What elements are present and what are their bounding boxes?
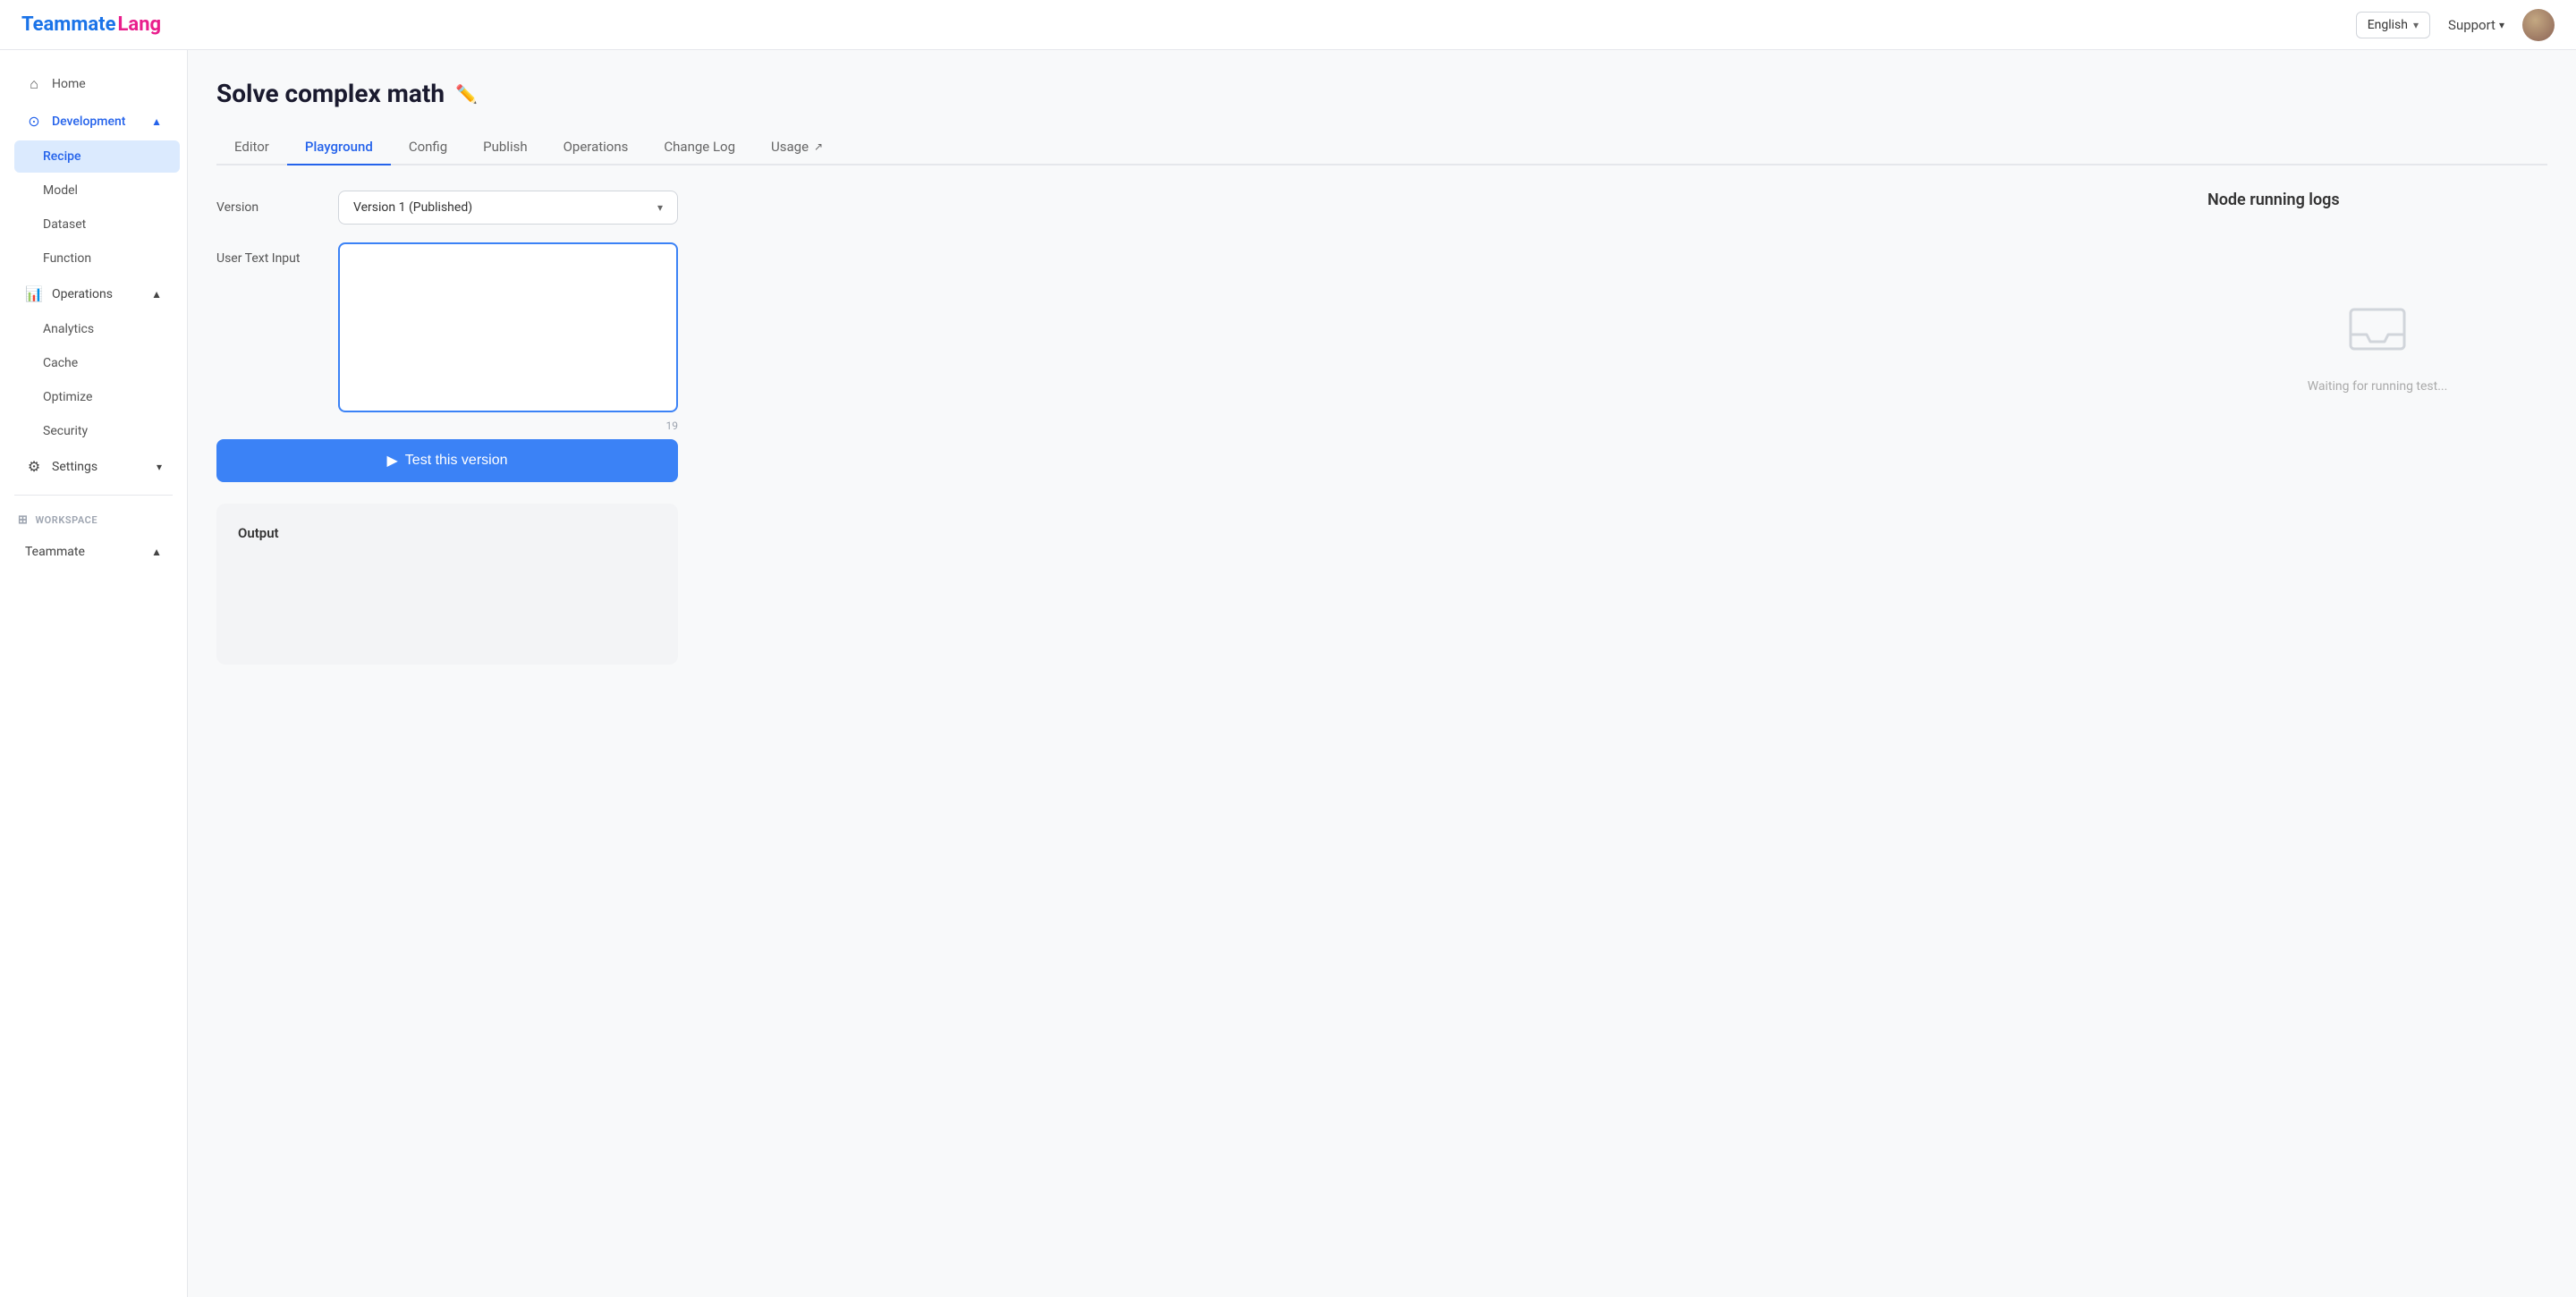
left-panel: Version Version 1 (Published) ▾ User Tex… <box>216 191 2179 665</box>
sidebar-settings-left: ⚙ Settings <box>25 458 97 475</box>
version-select-dropdown[interactable]: Version 1 (Published) ▾ <box>338 191 678 225</box>
tab-changelog[interactable]: Change Log <box>646 130 753 165</box>
sidebar-workspace-label: ⊞ WORKSPACE <box>0 506 187 534</box>
logo-lang: Lang <box>118 13 162 36</box>
textarea-wrapper: 19 <box>338 242 678 432</box>
sidebar-item-cache[interactable]: Cache <box>14 347 180 379</box>
sidebar-item-recipe[interactable]: Recipe <box>14 140 180 173</box>
language-chevron-icon: ▾ <box>2413 19 2419 31</box>
sidebar-function-label: Function <box>43 251 91 266</box>
logo: Teammate Lang <box>21 13 161 36</box>
test-version-button[interactable]: ▶ Test this version <box>216 439 678 482</box>
right-panel: Node running logs Waiting for running te… <box>2207 191 2547 460</box>
tab-publish[interactable]: Publish <box>465 130 545 165</box>
sidebar-settings-label: Settings <box>52 460 97 474</box>
sidebar-section-development[interactable]: ⊙ Development ▲ <box>7 104 180 139</box>
page-header: Solve complex math ✏️ <box>216 79 2547 108</box>
content-grid: Version Version 1 (Published) ▾ User Tex… <box>216 191 2547 665</box>
language-label: English <box>2368 18 2408 32</box>
sidebar-cache-label: Cache <box>43 356 78 370</box>
sidebar-item-security[interactable]: Security <box>14 415 180 447</box>
output-title: Output <box>238 525 657 541</box>
version-select-chevron-icon: ▾ <box>657 201 663 214</box>
sidebar-home-label: Home <box>52 77 86 91</box>
edit-icon[interactable]: ✏️ <box>455 83 478 105</box>
sidebar-item-analytics[interactable]: Analytics <box>14 313 180 345</box>
sidebar-dataset-label: Dataset <box>43 217 86 232</box>
user-text-input[interactable] <box>338 242 678 412</box>
logs-empty-text: Waiting for running test... <box>2308 379 2448 394</box>
tabs-nav: Editor Playground Config Publish Operati… <box>216 130 2547 165</box>
main-content: Solve complex math ✏️ Editor Playground … <box>188 50 2576 1297</box>
workspace-chevron-icon: ▲ <box>151 546 162 558</box>
external-link-icon: ↗ <box>814 140 823 153</box>
settings-chevron-icon: ▾ <box>157 461 162 473</box>
support-chevron-icon: ▾ <box>2499 19 2504 31</box>
sidebar-item-model[interactable]: Model <box>14 174 180 207</box>
logs-empty-icon <box>2342 293 2413 369</box>
sidebar-item-home[interactable]: ⌂ Home <box>7 66 180 102</box>
tab-config[interactable]: Config <box>391 130 465 165</box>
sidebar-security-label: Security <box>43 424 88 438</box>
sidebar: ⌂ Home ⊙ Development ▲ Recipe Model Data… <box>0 50 188 1297</box>
language-select[interactable]: English ▾ <box>2356 12 2430 38</box>
sidebar-analytics-label: Analytics <box>43 322 94 336</box>
sidebar-operations-sub: Analytics Cache Optimize Security <box>0 313 187 447</box>
operations-chevron-icon: ▲ <box>151 288 162 301</box>
tab-usage[interactable]: Usage ↗ <box>753 130 841 165</box>
home-icon: ⌂ <box>25 75 43 93</box>
logs-empty-state: Waiting for running test... <box>2207 227 2547 460</box>
tab-operations[interactable]: Operations <box>546 130 647 165</box>
user-text-input-label: User Text Input <box>216 242 324 266</box>
page-title: Solve complex math <box>216 79 445 108</box>
user-text-input-row: User Text Input 19 <box>216 242 2179 432</box>
tab-editor[interactable]: Editor <box>216 130 287 165</box>
operations-icon: 📊 <box>25 285 43 302</box>
workspace-teammate-item[interactable]: Teammate ▲ <box>7 536 180 568</box>
logo-teammate: Teammate <box>21 13 116 36</box>
sidebar-operations-left: 📊 Operations <box>25 285 113 302</box>
topbar: Teammate Lang English ▾ Support ▾ <box>0 0 2576 50</box>
sidebar-optimize-label: Optimize <box>43 390 92 404</box>
char-count: 19 <box>338 420 678 432</box>
sidebar-model-label: Model <box>43 183 78 198</box>
development-chevron-icon: ▲ <box>151 115 162 128</box>
test-btn-label: Test this version <box>405 453 508 469</box>
output-section: Output <box>216 504 678 665</box>
version-label: Version <box>216 200 324 215</box>
topbar-right: English ▾ Support ▾ <box>2356 9 2555 41</box>
test-btn-play-icon: ▶ <box>386 452 397 470</box>
sidebar-development-label: Development <box>52 114 125 129</box>
sidebar-item-function[interactable]: Function <box>14 242 180 275</box>
sidebar-operations-label: Operations <box>52 287 113 301</box>
sidebar-development-sub: Recipe Model Dataset Function <box>0 140 187 275</box>
support-button[interactable]: Support ▾ <box>2448 17 2504 33</box>
sidebar-recipe-label: Recipe <box>43 149 81 164</box>
sidebar-development-left: ⊙ Development <box>25 113 125 130</box>
sidebar-section-operations[interactable]: 📊 Operations ▲ <box>7 276 180 311</box>
user-avatar[interactable] <box>2522 9 2555 41</box>
version-row: Version Version 1 (Published) ▾ <box>216 191 2179 225</box>
workspace-grid-icon: ⊞ <box>18 513 28 527</box>
settings-icon: ⚙ <box>25 458 43 475</box>
tab-playground[interactable]: Playground <box>287 130 391 165</box>
support-label: Support <box>2448 17 2496 33</box>
layout: Solve complex math ✏️ Editor Playground … <box>0 50 2576 1297</box>
version-select-value: Version 1 (Published) <box>353 200 472 215</box>
sidebar-section-settings[interactable]: ⚙ Settings ▾ <box>7 449 180 484</box>
sidebar-item-optimize[interactable]: Optimize <box>14 381 180 413</box>
sidebar-item-dataset[interactable]: Dataset <box>14 208 180 241</box>
development-icon: ⊙ <box>25 113 43 130</box>
sidebar-divider <box>14 495 173 496</box>
logs-title: Node running logs <box>2207 191 2547 209</box>
workspace-teammate-label: Teammate <box>25 545 85 559</box>
